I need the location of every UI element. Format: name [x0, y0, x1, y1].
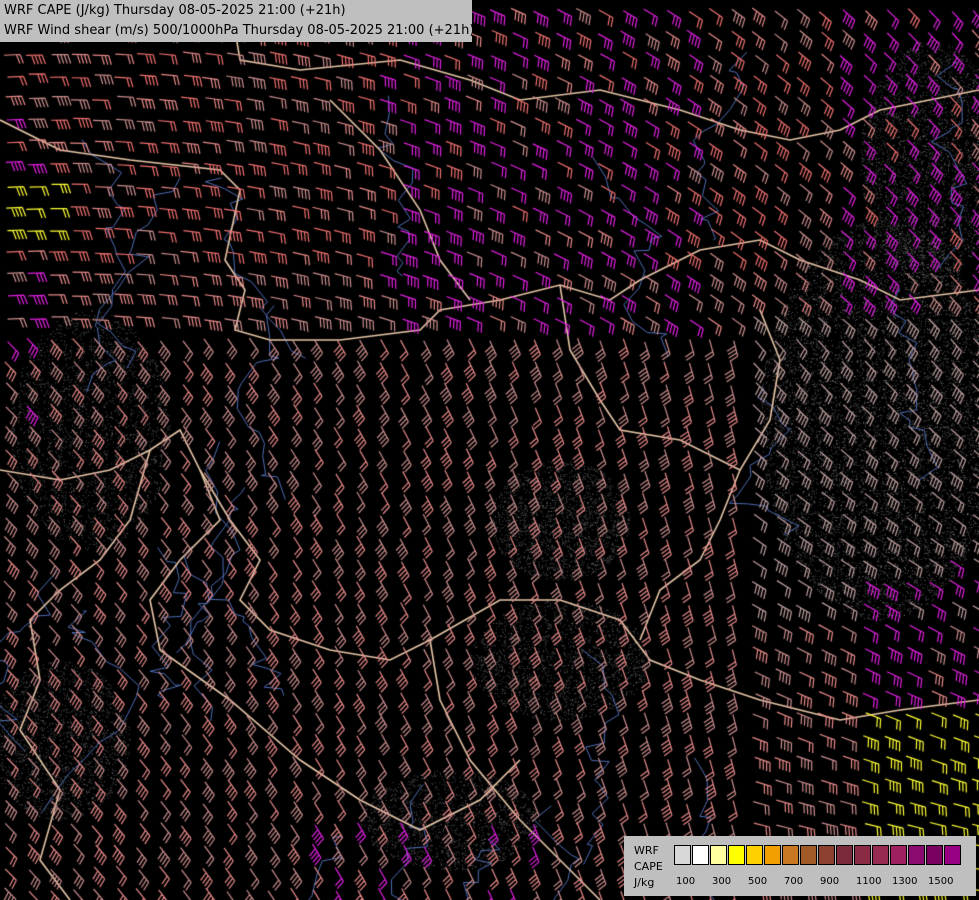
cape-title: WRF CAPE (J/kg) Thursday 08-05-2025 21:0… [4, 3, 346, 18]
legend-swatch [692, 845, 709, 865]
legend-tick-label: 500 [748, 876, 768, 887]
legend-swatch [872, 845, 889, 865]
legend-unit-label: J/kg [634, 876, 655, 889]
legend-swatch [764, 845, 781, 865]
legend-color-scale [674, 845, 962, 867]
map-title: WRF CAPE (J/kg) Thursday 08-05-2025 21:0… [0, 0, 472, 42]
legend-tick-labels: 100 300 500 700 900 1100 1300 1500 [674, 876, 974, 890]
legend-tick-label: 1300 [892, 876, 918, 887]
legend-swatch [836, 845, 853, 865]
legend-swatch [746, 845, 763, 865]
legend-swatch [854, 845, 871, 865]
legend-swatch [674, 845, 691, 865]
legend-tick-label: 700 [784, 876, 804, 887]
legend-swatch [944, 845, 961, 865]
shear-title: WRF Wind shear (m/s) 500/1000hPa Thursda… [4, 23, 472, 38]
legend-swatch [710, 845, 727, 865]
legend-tick-label: 100 [676, 876, 696, 887]
legend-tick-label: 1100 [856, 876, 882, 887]
legend-tick-label: 900 [820, 876, 840, 887]
legend-swatch [818, 845, 835, 865]
legend-tick-label: 300 [712, 876, 732, 887]
cape-legend: WRF CAPE J/kg 100 300 500 700 900 1100 1300 150… [624, 836, 976, 896]
legend-swatch [728, 845, 745, 865]
wind-shear-map [0, 0, 979, 900]
legend-swatch [782, 845, 799, 865]
legend-model-label: WRF [634, 844, 659, 857]
legend-swatch [908, 845, 925, 865]
legend-swatch [890, 845, 907, 865]
legend-swatch [800, 845, 817, 865]
legend-tick-label: 1500 [928, 876, 954, 887]
legend-swatch [926, 845, 943, 865]
legend-field-label: CAPE [634, 860, 663, 873]
